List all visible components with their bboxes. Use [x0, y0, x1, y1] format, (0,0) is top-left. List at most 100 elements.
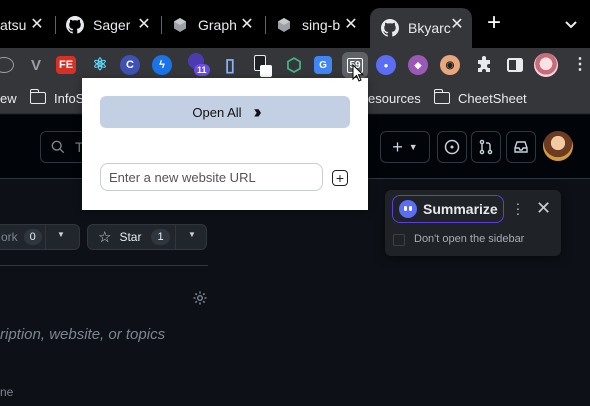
star-count: 1	[151, 229, 170, 245]
ext-label: ϟ	[159, 59, 165, 71]
more-vert-icon[interactable]: · · ·	[513, 196, 523, 220]
fork-button[interactable]: ork 0 ▼	[0, 224, 80, 250]
caret-down-icon: ▼	[408, 142, 418, 152]
more-vert-icon[interactable]: ⋮	[568, 53, 590, 77]
pull-requests-button[interactable]	[471, 131, 501, 163]
close-icon[interactable]: ✕	[536, 199, 551, 217]
sidebar-text: ne	[0, 385, 14, 399]
add-url-button[interactable]: +	[332, 170, 348, 186]
profile-avatar-icon[interactable]	[534, 53, 558, 77]
ext-partial-icon[interactable]	[0, 57, 14, 73]
ext-label: ▯	[225, 54, 235, 75]
ext-label: C	[126, 59, 134, 71]
ext-label: ⬡	[286, 54, 302, 75]
ext-shape	[260, 65, 272, 77]
plus-icon: +	[392, 136, 403, 157]
ext-fe-icon[interactable]: FE	[56, 56, 76, 74]
divider	[0, 265, 208, 266]
create-new-button[interactable]: + ▼	[380, 131, 430, 163]
ext-react-icon[interactable]: ⚛	[88, 53, 112, 77]
fork-count: 0	[23, 229, 42, 245]
ext-purple-icon[interactable]: ◆	[408, 55, 428, 75]
tab-1[interactable]: atsu ✕	[0, 8, 52, 42]
close-icon[interactable]: ✕	[28, 16, 46, 34]
ext-label: FE	[58, 59, 74, 71]
checkbox-label: Don't open the sidebar	[414, 233, 525, 245]
ext-label: V	[30, 56, 41, 74]
open-all-button[interactable]: Open All ››	[100, 96, 350, 128]
tab-4[interactable]: sing-b ✕	[274, 8, 366, 42]
ext-label: ◆	[414, 59, 422, 70]
ext-tool-icon[interactable]	[250, 53, 274, 77]
github-icon	[380, 18, 400, 38]
tab-separator	[265, 16, 266, 34]
star-label: Star	[119, 230, 142, 244]
tab-title: atsu	[0, 17, 27, 33]
ext-label: G	[319, 59, 327, 71]
tab-separator	[55, 16, 56, 34]
folder-icon	[433, 89, 450, 104]
bookmark-label: esources	[368, 90, 421, 106]
ext-vue-icon[interactable]: V	[24, 53, 48, 77]
extensions-puzzle-icon[interactable]	[472, 53, 496, 77]
ext-label: ●	[383, 60, 389, 70]
repo-description-placeholder: ription, website, or topics	[0, 326, 166, 343]
tab-title: Bkyarc	[408, 20, 451, 36]
ext-glasses-icon[interactable]: ◉	[440, 55, 460, 75]
extension-popup: Open All ›› +	[82, 78, 368, 210]
browser-tab-strip: atsu ✕ Sager ✕ Graph ✕ sing-b ✕ Bkyarc ✕…	[0, 0, 590, 48]
bookmark-item[interactable]: esources	[368, 89, 421, 107]
close-icon[interactable]: ✕	[238, 16, 256, 34]
gear-icon[interactable]	[192, 290, 208, 306]
ext-sider-icon[interactable]: ●	[376, 55, 396, 75]
close-icon[interactable]: ✕	[342, 16, 360, 34]
plus-icon: +	[335, 170, 345, 186]
ext-c-icon[interactable]: C	[120, 55, 140, 75]
folder-icon	[29, 89, 46, 104]
user-avatar[interactable]	[543, 131, 573, 161]
chevron-down-icon[interactable]	[562, 15, 580, 33]
caret-down-icon: ▼	[57, 230, 65, 239]
search-icon	[51, 140, 65, 154]
bookmark-folder-infos[interactable]: InfoS	[29, 89, 85, 107]
github-icon	[65, 15, 85, 35]
pull-request-icon	[479, 139, 493, 155]
ext-vue-devtools-icon[interactable]: ⬡	[282, 53, 306, 77]
ext-badge: 11	[194, 64, 210, 76]
ext-docs-icon[interactable]: ▯	[218, 53, 242, 77]
tab-3[interactable]: Graph ✕	[170, 8, 262, 42]
open-all-label: Open All	[192, 104, 242, 120]
tab-2[interactable]: Sager ✕	[65, 8, 159, 42]
star-icon: ☆	[98, 229, 112, 246]
bookmark-folder-cheetsheet[interactable]: CheetSheet	[433, 89, 527, 107]
side-panel-icon[interactable]	[503, 53, 527, 77]
tab-separator	[161, 16, 162, 34]
bookmark-label: ew	[0, 90, 17, 106]
bookmark-item[interactable]: ew	[0, 89, 17, 107]
star-button[interactable]: ☆ Star 1 ▼	[87, 224, 207, 250]
ext-badge-icon[interactable]: 11	[186, 53, 210, 77]
caret-down-icon: ▼	[188, 230, 196, 239]
ext-label: ◉	[445, 59, 455, 71]
issues-button[interactable]	[437, 131, 467, 163]
issue-icon	[444, 139, 460, 155]
mouse-cursor-icon	[352, 63, 365, 87]
ext-bolt-icon[interactable]: ϟ	[152, 55, 172, 75]
tab-5-active[interactable]: Bkyarc ✕	[370, 8, 472, 48]
dont-open-sidebar-checkbox[interactable]	[393, 234, 405, 246]
cube-icon	[170, 15, 190, 35]
fork-label: ork	[1, 230, 18, 244]
divider	[45, 225, 46, 249]
close-icon[interactable]: ✕	[135, 16, 153, 34]
summarize-button[interactable]: Summarize	[392, 195, 504, 223]
ext-translate-icon[interactable]: G	[314, 56, 332, 74]
ext-label: ⚛	[92, 55, 108, 74]
new-tab-button[interactable]: +	[482, 11, 506, 36]
bookmark-label: InfoS	[54, 90, 85, 106]
website-url-input[interactable]	[100, 163, 323, 191]
close-icon[interactable]: ✕	[448, 16, 466, 34]
inbox-icon	[514, 141, 528, 153]
divider	[175, 225, 176, 249]
inbox-button[interactable]	[506, 131, 536, 163]
summarize-label: Summarize	[423, 201, 498, 217]
